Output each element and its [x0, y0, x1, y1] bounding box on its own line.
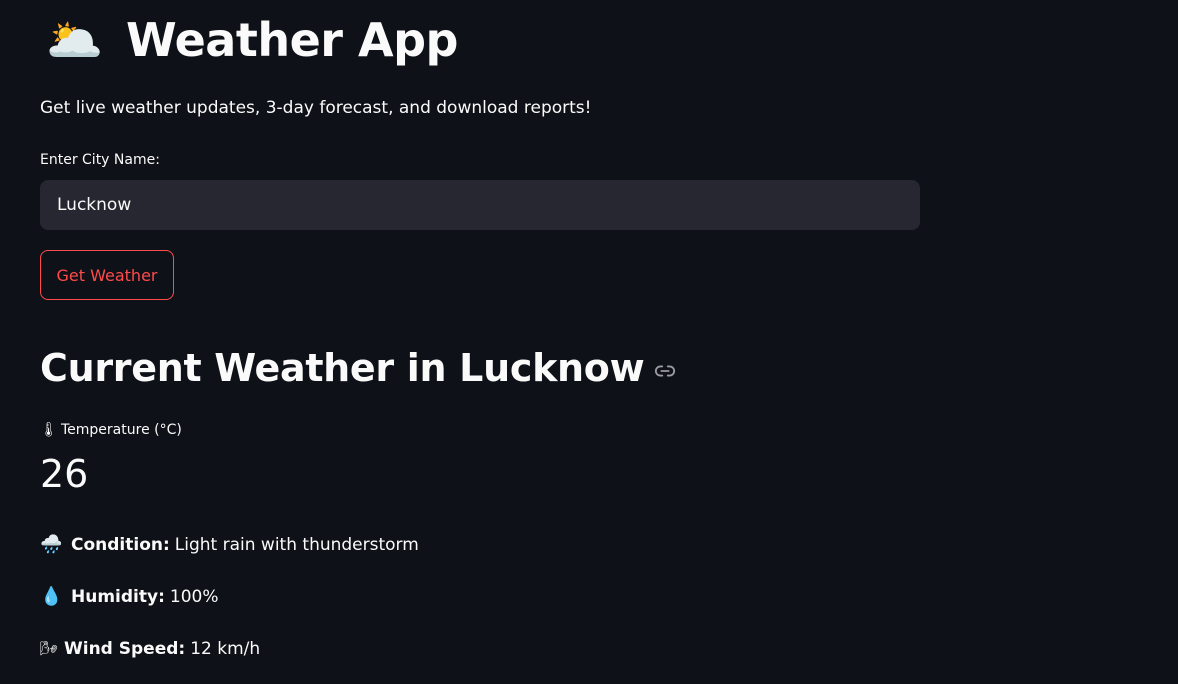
sun-behind-cloud-icon: 🌥️	[46, 13, 104, 67]
temperature-value: 26	[40, 452, 89, 496]
droplet-icon: 💧	[40, 586, 63, 607]
page-title: Weather App	[126, 13, 458, 67]
wind-icon: 🌬	[40, 641, 58, 657]
humidity-label: Humidity:	[71, 587, 165, 607]
temperature-label: 🌡 Temperature (°C)	[40, 420, 182, 440]
wind-value: 12 km/h	[190, 639, 261, 659]
get-weather-button[interactable]: Get Weather	[40, 250, 174, 300]
city-input[interactable]	[40, 180, 920, 230]
thermometer-icon: 🌡	[40, 422, 58, 438]
condition-value: Light rain with thunderstorm	[174, 535, 419, 555]
current-weather-heading: Current Weather in Lucknow	[40, 340, 676, 396]
temperature-label-text: Temperature (°C)	[61, 422, 182, 438]
condition-line: 🌧️ Condition: Light rain with thundersto…	[40, 532, 419, 558]
city-input-label: Enter City Name:	[40, 152, 160, 168]
humidity-line: 💧 Humidity: 100%	[40, 584, 218, 610]
link-icon[interactable]	[654, 360, 676, 382]
current-weather-title: Current Weather in Lucknow	[40, 346, 645, 390]
humidity-value: 100%	[169, 587, 219, 607]
page-title-row: 🌥️ Weather App	[46, 6, 458, 74]
page-subtitle: Get live weather updates, 3-day forecast…	[40, 98, 592, 118]
wind-line: 🌬 Wind Speed: 12 km/h	[40, 636, 260, 662]
weather-app-page: 🌥️ Weather App Get live weather updates,…	[0, 0, 1178, 684]
condition-label: Condition:	[71, 535, 170, 555]
wind-label: Wind Speed:	[64, 639, 186, 659]
cloud-rain-icon: 🌧️	[40, 534, 63, 555]
